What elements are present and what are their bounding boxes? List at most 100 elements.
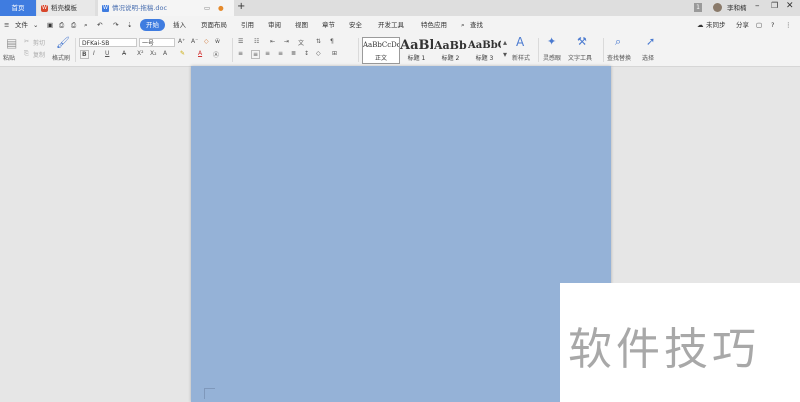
- chinese-layout-icon[interactable]: 文: [298, 38, 304, 47]
- format-painter-button[interactable]: 格式刷: [52, 53, 70, 62]
- copy-button[interactable]: 复制: [33, 50, 45, 59]
- tab-security[interactable]: 安全: [349, 19, 362, 31]
- style-heading-2-label: 标题 2: [441, 55, 460, 62]
- search-icon[interactable]: ⌕: [461, 19, 465, 31]
- char-border-icon[interactable]: Ⓐ: [213, 50, 219, 59]
- tab-start[interactable]: 开始: [140, 19, 165, 31]
- share-button[interactable]: 分享: [736, 19, 749, 31]
- undo-icon[interactable]: ↶: [97, 19, 102, 31]
- tab-page-layout[interactable]: 页面布局: [201, 19, 227, 31]
- minimize-icon[interactable]: –: [755, 1, 760, 11]
- restore-icon[interactable]: ❐: [771, 1, 778, 10]
- monitor-icon[interactable]: ▭: [204, 0, 210, 16]
- tab-chapter[interactable]: 章节: [322, 19, 335, 31]
- shading-icon[interactable]: ◇: [316, 50, 321, 57]
- italic-button[interactable]: I: [93, 50, 95, 57]
- tab-featured[interactable]: 特色应用: [421, 19, 447, 31]
- underline-button[interactable]: U: [105, 50, 109, 57]
- copy-icon[interactable]: ⎘: [24, 50, 29, 58]
- style-heading-1-label: 标题 1: [407, 55, 426, 62]
- distribute-icon[interactable]: ≣: [291, 50, 296, 57]
- help-icon[interactable]: ?: [771, 19, 774, 31]
- select-button[interactable]: 选择: [642, 53, 654, 62]
- watermark-text: 软件技巧: [568, 324, 760, 375]
- tab-developer[interactable]: 开发工具: [378, 19, 404, 31]
- text-tools-button[interactable]: 文字工具: [568, 53, 592, 62]
- chevron-down-icon[interactable]: ⌄: [33, 19, 38, 31]
- strikethrough-button[interactable]: A̶: [122, 50, 126, 57]
- tab-daoke-templates[interactable]: W 稻壳模板: [37, 0, 95, 16]
- find-replace-icon[interactable]: ⌕: [615, 35, 621, 49]
- font-name-select[interactable]: DFKai-SB: [79, 38, 137, 47]
- print-preview-icon[interactable]: ⌕: [84, 19, 88, 31]
- bullet-list-icon[interactable]: ☰: [238, 38, 243, 45]
- wps-logo-icon: W: [41, 4, 48, 12]
- print-icon[interactable]: ⎙: [71, 19, 76, 31]
- clear-format-icon[interactable]: ◇: [204, 38, 209, 45]
- bold-button[interactable]: B: [80, 50, 89, 59]
- redo-icon[interactable]: ↷: [113, 19, 118, 31]
- tab-document-label: 情况说明-拖稿.doc: [112, 4, 168, 12]
- align-right-icon[interactable]: ≡: [265, 50, 270, 57]
- cursor-icon[interactable]: ➚: [646, 35, 655, 48]
- style-heading-1[interactable]: AaBl 标题 1: [399, 37, 434, 64]
- align-center-icon[interactable]: ≡: [251, 50, 261, 59]
- document-page[interactable]: [191, 66, 611, 402]
- cloud-sync-icon[interactable]: ☁: [697, 19, 704, 31]
- file-menu[interactable]: 文件: [15, 19, 28, 31]
- decrease-indent-icon[interactable]: ⇤: [270, 38, 275, 45]
- tab-insert[interactable]: 插入: [173, 19, 186, 31]
- pinyin-icon[interactable]: ẅ: [215, 38, 220, 45]
- paste-icon[interactable]: ▤: [6, 36, 17, 50]
- paste-button[interactable]: 粘贴: [3, 53, 15, 62]
- style-heading-3[interactable]: AaBbC 标题 3: [467, 37, 502, 64]
- search-label[interactable]: 查找: [470, 19, 483, 31]
- tab-home[interactable]: 首页: [0, 0, 36, 16]
- align-left-icon[interactable]: ≡: [238, 50, 243, 57]
- line-spacing-icon[interactable]: ↕: [304, 50, 309, 57]
- borders-icon[interactable]: ⊞: [332, 50, 337, 57]
- new-style-icon[interactable]: A: [516, 35, 524, 49]
- comment-icon[interactable]: ▢: [756, 19, 762, 31]
- quick-access-more-icon[interactable]: ⇣: [127, 19, 132, 31]
- grow-font-icon[interactable]: A⁺: [178, 38, 185, 45]
- tab-references[interactable]: 引用: [241, 19, 254, 31]
- new-tab-icon[interactable]: +: [237, 1, 245, 12]
- style-normal[interactable]: AaBbCcDd 正文: [362, 37, 400, 64]
- increase-indent-icon[interactable]: ⇥: [284, 38, 289, 45]
- more-icon[interactable]: ⋮: [785, 19, 792, 31]
- cut-button[interactable]: 剪切: [33, 38, 45, 47]
- tab-document[interactable]: W 情况说明-拖稿.doc ▭ ●: [98, 0, 234, 16]
- font-size-select[interactable]: 一号: [139, 38, 175, 47]
- hamburger-icon[interactable]: ≡: [4, 19, 9, 31]
- superscript-button[interactable]: X²: [137, 50, 144, 57]
- cut-icon[interactable]: ✂: [24, 38, 29, 45]
- justify-icon[interactable]: ≡: [278, 50, 283, 57]
- text-tools-icon[interactable]: ⚒: [577, 35, 587, 48]
- styles-scroll-down-icon[interactable]: ▾: [503, 50, 507, 59]
- format-painter-icon[interactable]: 🖌: [56, 36, 70, 49]
- highlight-icon[interactable]: ✎: [180, 50, 185, 57]
- tab-view[interactable]: 视图: [295, 19, 308, 31]
- font-color-icon[interactable]: A: [198, 50, 202, 57]
- new-style-button[interactable]: 新样式: [512, 53, 530, 62]
- divider: [232, 38, 233, 62]
- subscript-button[interactable]: X₂: [150, 50, 157, 57]
- lightbulb-icon[interactable]: ✦: [547, 35, 556, 48]
- export-pdf-icon[interactable]: ⎙: [59, 19, 64, 31]
- find-replace-button[interactable]: 查找替换: [607, 53, 631, 62]
- show-marks-icon[interactable]: ¶: [330, 38, 334, 45]
- sync-status[interactable]: 未同步: [706, 19, 726, 31]
- user-name[interactable]: 李和楠: [727, 0, 747, 16]
- text-effect-icon[interactable]: A: [163, 50, 167, 57]
- sort-icon[interactable]: ⇅: [316, 38, 321, 45]
- avatar[interactable]: [713, 3, 722, 12]
- save-icon[interactable]: ▣: [47, 19, 53, 31]
- tab-review[interactable]: 审阅: [268, 19, 281, 31]
- close-icon[interactable]: ✕: [786, 1, 794, 11]
- shrink-font-icon[interactable]: A⁻: [191, 38, 198, 45]
- lingxi-button[interactable]: 灵感眼: [543, 53, 561, 62]
- style-heading-2[interactable]: AaBb( 标题 2: [433, 37, 468, 64]
- numbered-list-icon[interactable]: ☷: [254, 38, 259, 45]
- styles-scroll-up-icon[interactable]: ▴: [503, 38, 507, 47]
